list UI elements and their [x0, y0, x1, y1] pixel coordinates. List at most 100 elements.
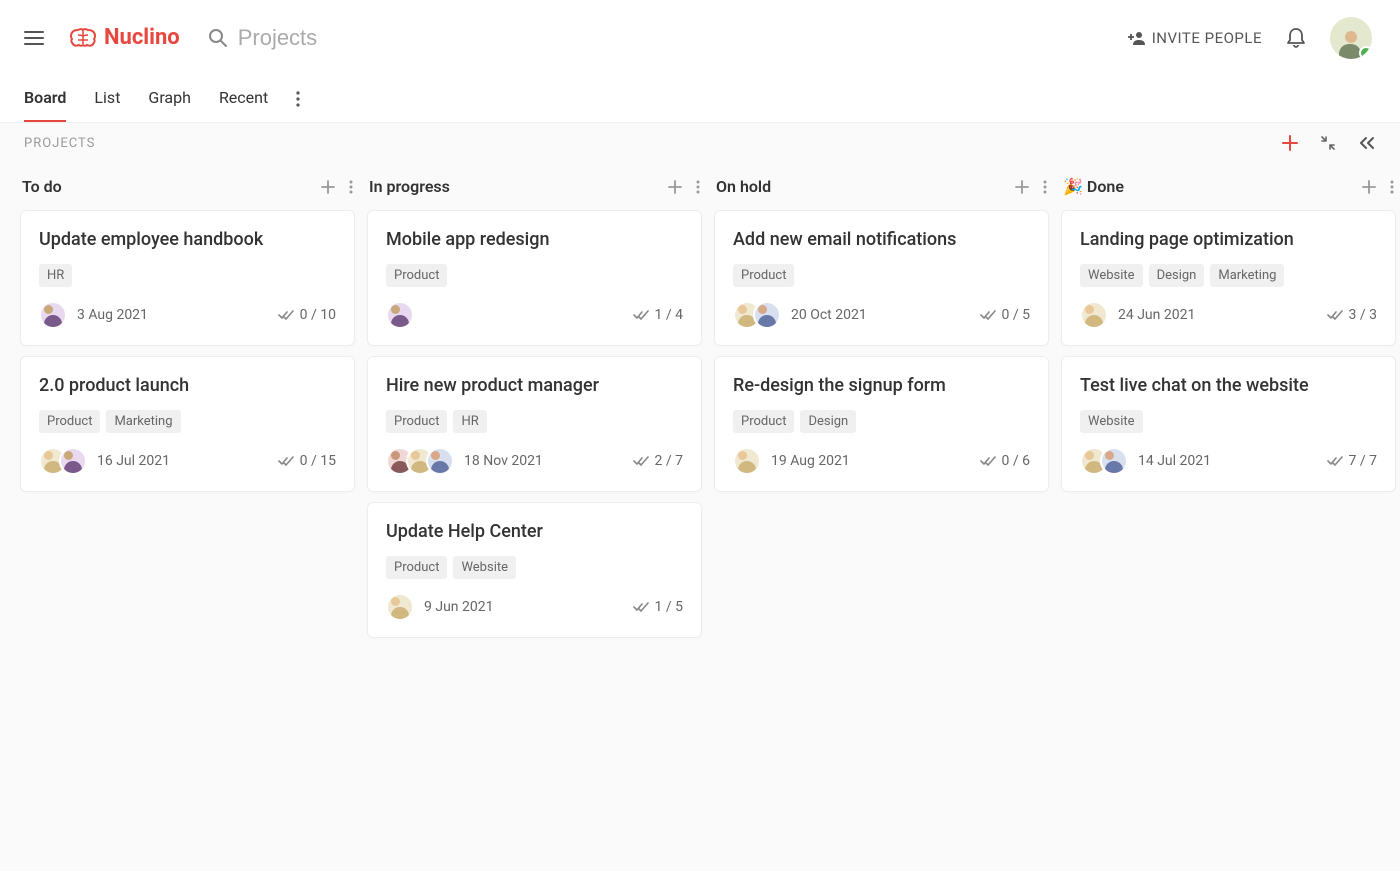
- card-title: Update Help Center: [386, 521, 683, 542]
- card-progress: 1 / 5: [633, 599, 683, 615]
- column-more-icon[interactable]: [349, 180, 353, 194]
- kanban-card[interactable]: Add new email notificationsProduct20 Oct…: [714, 210, 1049, 346]
- tag: Product: [386, 410, 447, 433]
- checklist-icon: [980, 455, 996, 467]
- add-card-button[interactable]: [668, 180, 682, 194]
- checklist-icon: [633, 455, 649, 467]
- card-progress: 3 / 3: [1327, 307, 1377, 323]
- checklist-icon: [1327, 455, 1343, 467]
- card-date: 20 Oct 2021: [791, 307, 867, 323]
- column-more-icon[interactable]: [696, 180, 700, 194]
- kanban-card[interactable]: Re-design the signup formProductDesign19…: [714, 356, 1049, 492]
- column-more-icon[interactable]: [1390, 180, 1394, 194]
- column-header: In progress: [367, 169, 702, 210]
- card-footer: 18 Nov 20212 / 7: [386, 447, 683, 475]
- kanban-card[interactable]: 2.0 product launchProductMarketing16 Jul…: [20, 356, 355, 492]
- card-progress: 1 / 4: [633, 307, 683, 323]
- card-footer: 14 Jul 20217 / 7: [1080, 447, 1377, 475]
- card-title: Mobile app redesign: [386, 229, 683, 250]
- card-tags: ProductDesign: [733, 410, 1030, 433]
- avatar: [426, 447, 454, 475]
- tab-more-icon[interactable]: [296, 91, 300, 107]
- kanban-board: To do Update employee handbookHR3 Aug 202…: [0, 163, 1400, 871]
- add-card-button[interactable]: [1362, 180, 1376, 194]
- card-title: Add new email notifications: [733, 229, 1030, 250]
- tag: Website: [453, 556, 516, 579]
- tag: Marketing: [1210, 264, 1284, 287]
- column-more-icon[interactable]: [1043, 180, 1047, 194]
- column-emoji-icon: 🎉: [1063, 177, 1083, 196]
- avatar: [1080, 301, 1108, 329]
- notifications-icon[interactable]: [1286, 27, 1306, 49]
- kanban-card[interactable]: Update employee handbookHR3 Aug 20210 / …: [20, 210, 355, 346]
- card-avatars: [386, 447, 454, 475]
- checklist-icon: [633, 309, 649, 321]
- progress-value: 0 / 15: [300, 453, 336, 469]
- avatar: [733, 447, 761, 475]
- card-title: Update employee handbook: [39, 229, 336, 250]
- column-header: 🎉Done: [1061, 169, 1396, 210]
- card-progress: 0 / 15: [278, 453, 336, 469]
- card-footer: 24 Jun 2021 3 / 3: [1080, 301, 1377, 329]
- card-avatars: [1080, 301, 1108, 329]
- breadcrumb: PROJECTS: [24, 136, 95, 151]
- card-avatars: [733, 301, 781, 329]
- invite-people-button[interactable]: INVITE PEOPLE: [1128, 29, 1262, 47]
- card-title: Test live chat on the website: [1080, 375, 1377, 396]
- tab-recent[interactable]: Recent: [219, 75, 268, 122]
- search-icon: [208, 28, 228, 48]
- card-date: 14 Jul 2021: [1138, 453, 1211, 469]
- kanban-card[interactable]: Test live chat on the website Website 14 J…: [1061, 356, 1396, 492]
- tag: Product: [39, 410, 100, 433]
- card-date: 9 Jun 2021: [424, 599, 493, 615]
- search-box[interactable]: [208, 25, 538, 51]
- card-title: Hire new product manager: [386, 375, 683, 396]
- column-header: To do: [20, 169, 355, 210]
- kanban-card[interactable]: Landing page optimizationWebsiteDesignMa…: [1061, 210, 1396, 346]
- progress-value: 0 / 5: [1002, 307, 1030, 323]
- tag: Design: [1149, 264, 1205, 287]
- kanban-card[interactable]: Hire new product managerProductHR18 Nov …: [367, 356, 702, 492]
- brand-name: Nuclino: [104, 25, 180, 50]
- collapse-icon[interactable]: [1320, 135, 1336, 151]
- card-avatars: [39, 447, 87, 475]
- app-header: Nuclino INVITE PEOPLE: [0, 0, 1400, 75]
- add-card-button[interactable]: [1015, 180, 1029, 194]
- board-column: On holdAdd new email notificationsProduc…: [714, 169, 1049, 851]
- search-input[interactable]: [238, 25, 538, 51]
- card-avatars: [39, 301, 67, 329]
- card-title: Landing page optimization: [1080, 229, 1377, 250]
- card-progress: 2 / 7: [633, 453, 683, 469]
- card-tags: Product: [386, 264, 683, 287]
- add-column-button[interactable]: [1282, 135, 1298, 151]
- column-header: On hold: [714, 169, 1049, 210]
- card-tags: Product Website: [386, 556, 683, 579]
- card-footer: 19 Aug 20210 / 6: [733, 447, 1030, 475]
- checklist-icon: [1327, 309, 1343, 321]
- card-footer: 3 Aug 20210 / 10: [39, 301, 336, 329]
- column-title: To do: [22, 177, 62, 196]
- card-date: 19 Aug 2021: [771, 453, 850, 469]
- app-logo[interactable]: Nuclino: [68, 25, 180, 50]
- card-title: 2.0 product launch: [39, 375, 336, 396]
- card-date: 24 Jun 2021: [1118, 307, 1195, 323]
- menu-icon[interactable]: [24, 26, 48, 50]
- chevrons-right-icon[interactable]: [1358, 136, 1376, 150]
- add-card-button[interactable]: [321, 180, 335, 194]
- tab-list[interactable]: List: [94, 75, 120, 122]
- kanban-card[interactable]: Mobile app redesign Product 1 / 4: [367, 210, 702, 346]
- kanban-card[interactable]: Update Help Center Product Website 9 Jun 20…: [367, 502, 702, 638]
- checklist-icon: [278, 455, 294, 467]
- card-avatars: [1080, 447, 1128, 475]
- card-footer: 1 / 4: [386, 301, 683, 329]
- tab-board[interactable]: Board: [24, 75, 66, 122]
- tag: Product: [386, 556, 447, 579]
- view-tabs: Board List Graph Recent: [0, 75, 1400, 123]
- tab-graph[interactable]: Graph: [148, 75, 191, 122]
- progress-value: 3 / 3: [1349, 307, 1377, 323]
- card-tags: Website: [1080, 410, 1377, 433]
- user-avatar[interactable]: [1330, 17, 1372, 59]
- checklist-icon: [278, 309, 294, 321]
- brain-icon: [68, 26, 98, 50]
- column-title: 🎉Done: [1063, 177, 1124, 196]
